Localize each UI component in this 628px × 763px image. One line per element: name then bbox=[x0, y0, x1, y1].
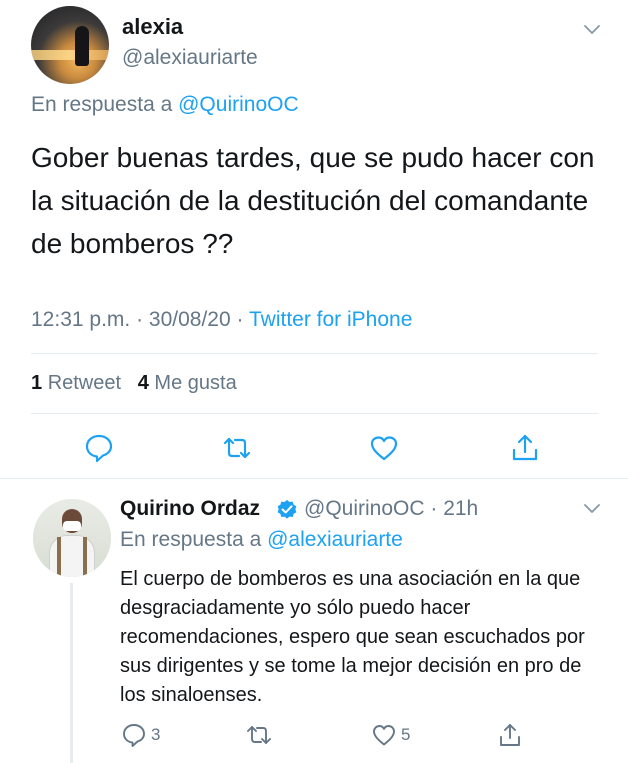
tweet-time: 12:31 p.m. bbox=[31, 308, 131, 331]
retweets-stat[interactable]: 1 Retweet bbox=[31, 372, 121, 394]
divider bbox=[0, 478, 628, 479]
share-icon[interactable] bbox=[510, 433, 540, 463]
retweet-icon bbox=[247, 726, 271, 744]
avatar-mask bbox=[63, 521, 81, 531]
reply-icon[interactable] bbox=[84, 433, 114, 463]
retweet-icon[interactable] bbox=[222, 433, 252, 463]
share-button[interactable] bbox=[497, 722, 523, 748]
like-icon bbox=[373, 725, 395, 746]
verified-badge-icon bbox=[277, 500, 297, 519]
tweet-date: 30/08/20 bbox=[148, 308, 231, 331]
avatar-strap bbox=[57, 537, 61, 577]
chevron-down-icon[interactable] bbox=[583, 24, 601, 36]
author-handle[interactable]: @QuirinoOC bbox=[304, 497, 425, 520]
retweets-count: 1 bbox=[31, 372, 43, 394]
reply-context: En respuesta a @QuirinoOC bbox=[31, 93, 299, 117]
avatar-strap bbox=[83, 537, 87, 577]
thread-line bbox=[70, 583, 73, 763]
tweet-source[interactable]: Twitter for iPhone bbox=[249, 308, 412, 331]
like-icon[interactable] bbox=[369, 433, 399, 463]
avatar-figure bbox=[75, 26, 89, 66]
like-button[interactable]: 5 bbox=[371, 722, 410, 748]
divider bbox=[31, 353, 598, 354]
tweet-meta: 12:31 p.m. · 30/08/20 · Twitter for iPho… bbox=[31, 308, 412, 332]
avatar[interactable] bbox=[31, 6, 109, 84]
tweet-stats: 1 Retweet 4 Me gusta bbox=[31, 372, 237, 395]
reply-context: En respuesta a @alexiauriarte bbox=[120, 528, 403, 552]
author-handle-time: @QuirinoOC · 21h bbox=[304, 497, 478, 521]
likes-label: Me gusta bbox=[154, 372, 237, 394]
author-handle[interactable]: @alexiauriarte bbox=[122, 46, 258, 70]
chevron-down-icon[interactable] bbox=[583, 503, 601, 515]
likes-stat[interactable]: 4 Me gusta bbox=[138, 372, 237, 394]
share-icon bbox=[500, 724, 520, 746]
likes-count: 4 bbox=[137, 372, 149, 394]
reply-to-mention[interactable]: @QuirinoOC bbox=[178, 93, 299, 116]
avatar-body bbox=[49, 535, 95, 577]
meta-separator: · bbox=[430, 497, 438, 520]
reply-icon bbox=[123, 724, 145, 747]
meta-separator: · bbox=[236, 308, 244, 331]
like-count: 5 bbox=[401, 725, 411, 744]
tweet-text: El cuerpo de bomberos es una asociación … bbox=[120, 568, 585, 706]
author-name[interactable]: Quirino Ordaz bbox=[120, 497, 260, 521]
reply-prefix: En respuesta a bbox=[31, 93, 173, 116]
divider bbox=[31, 413, 598, 414]
tweet-text: Gober buenas tardes, que se pudo hacer c… bbox=[31, 142, 595, 259]
retweets-label: Retweet bbox=[47, 372, 122, 394]
tweet-time[interactable]: 21h bbox=[443, 497, 478, 520]
reply-to-mention[interactable]: @alexiauriarte bbox=[267, 528, 403, 551]
avatar-horizon bbox=[31, 50, 109, 60]
reply-count: 3 bbox=[151, 725, 161, 744]
meta-separator: · bbox=[136, 308, 144, 331]
retweet-button[interactable] bbox=[246, 722, 272, 748]
author-name[interactable]: alexia bbox=[122, 14, 183, 40]
avatar[interactable] bbox=[33, 499, 111, 577]
reply-button[interactable]: 3 bbox=[121, 722, 160, 748]
reply-prefix: En respuesta a bbox=[120, 528, 262, 551]
